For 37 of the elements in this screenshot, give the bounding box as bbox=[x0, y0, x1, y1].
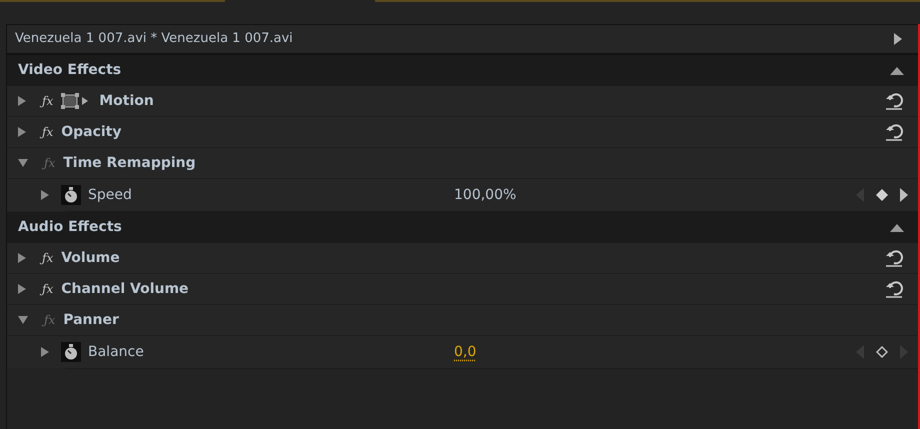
collapse-triangle-icon[interactable] bbox=[18, 159, 28, 167]
next-keyframe-icon[interactable] bbox=[900, 188, 908, 202]
stopwatch-icon[interactable] bbox=[61, 185, 81, 205]
effect-name: Channel Volume bbox=[61, 280, 190, 298]
section-heading: Audio Effects bbox=[18, 218, 123, 237]
reset-icon[interactable] bbox=[884, 91, 904, 111]
fx-toggle[interactable]: ƒx bbox=[42, 123, 54, 141]
section-heading: Video Effects bbox=[18, 61, 122, 80]
reset-icon[interactable] bbox=[884, 122, 904, 142]
collapse-icon[interactable] bbox=[890, 224, 904, 232]
keyframe-icon[interactable] bbox=[876, 346, 888, 358]
clip-name: Venezuela 1 007.avi * Venezuela 1 007.avi bbox=[15, 30, 294, 48]
effect-name: Volume bbox=[61, 248, 121, 268]
play-triangle-icon[interactable] bbox=[894, 33, 902, 45]
effect-name: Panner bbox=[63, 310, 120, 330]
fx-toggle[interactable]: ƒx bbox=[42, 280, 54, 298]
fx-toggle[interactable]: ƒx bbox=[42, 92, 54, 110]
effect-name: Time Remapping bbox=[63, 154, 197, 172]
expand-triangle-icon[interactable] bbox=[18, 127, 26, 137]
expand-triangle-icon[interactable] bbox=[18, 253, 26, 263]
parameter-name: Speed bbox=[88, 186, 133, 204]
parameter-value[interactable]: 100,00% bbox=[454, 184, 516, 206]
collapse-triangle-icon[interactable] bbox=[18, 316, 28, 324]
stopwatch-icon[interactable] bbox=[61, 342, 81, 362]
parameter-name: Balance bbox=[88, 342, 145, 362]
effect-name: Opacity bbox=[61, 122, 123, 142]
reset-icon[interactable] bbox=[884, 248, 904, 268]
expand-triangle-icon[interactable] bbox=[41, 190, 49, 200]
parameter-value[interactable]: 0,0 bbox=[454, 342, 476, 362]
expand-triangle-icon[interactable] bbox=[41, 347, 49, 357]
reset-icon[interactable] bbox=[884, 279, 904, 299]
collapse-icon[interactable] bbox=[890, 66, 904, 74]
expand-triangle-icon[interactable] bbox=[18, 96, 26, 106]
expand-triangle-icon[interactable] bbox=[18, 284, 26, 294]
keyframe-icon[interactable] bbox=[876, 189, 888, 201]
effect-name: Motion bbox=[99, 92, 155, 110]
fx-toggle[interactable]: ƒx bbox=[42, 249, 54, 267]
